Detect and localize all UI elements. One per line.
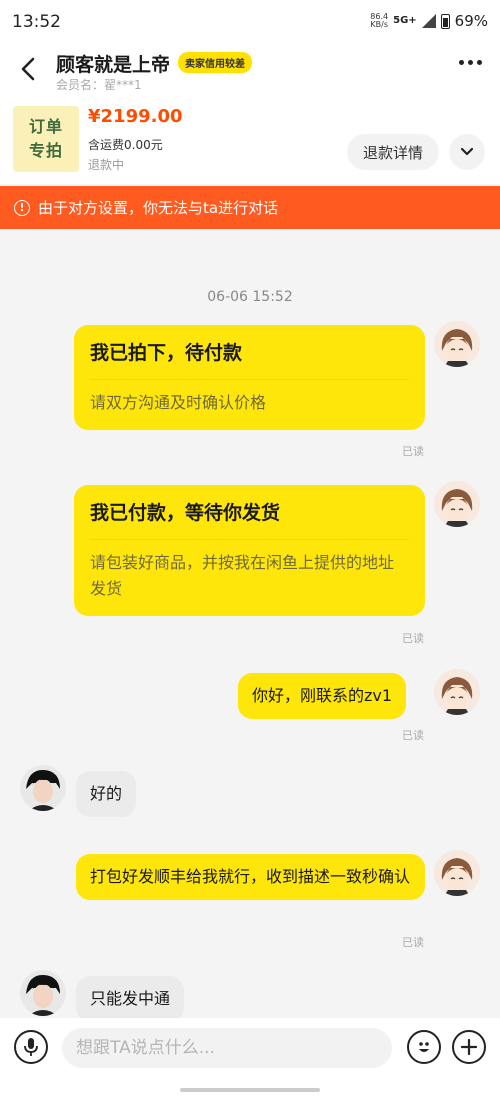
refund-details-button[interactable]: 退款详情: [347, 134, 439, 170]
chat-timestamp: 06-06 15:52: [207, 289, 293, 305]
message-bubble-other[interactable]: 只能发中通: [76, 976, 185, 1022]
notice-text: 由于对方设置，你无法与ta进行对话: [38, 199, 279, 217]
expand-button[interactable]: [449, 134, 485, 170]
home-indicator: [180, 1088, 320, 1092]
order-status: 退款中: [88, 158, 125, 172]
read-receipt: 已读: [402, 632, 424, 645]
emoji-icon: [419, 1042, 429, 1052]
avatar-other[interactable]: [20, 970, 66, 1016]
card-title: 我已拍下，待付款: [90, 342, 243, 364]
message-bubble-me[interactable]: 打包好发顺丰给我就行，收到描述一致秒确认: [76, 854, 425, 900]
card-body: 请包装好商品，并按我在闲鱼上提供的地址发货: [90, 553, 395, 598]
chevron-down-icon: [460, 147, 474, 156]
avatar-me[interactable]: [434, 669, 480, 715]
warning-icon: !: [14, 199, 30, 216]
more-icon[interactable]: [459, 60, 482, 65]
voice-button[interactable]: [14, 1030, 48, 1064]
order-card[interactable]: 订单 专拍 ¥2199.00 含运费0.00元 退款中 退款详情: [0, 96, 500, 184]
battery-icon: [440, 13, 450, 29]
avatar-me[interactable]: [434, 481, 480, 527]
credit-badge[interactable]: 卖家信用较差: [178, 52, 252, 73]
avatar-other[interactable]: [20, 765, 66, 811]
status-bar: 13:52 86.4 KB/s 5G+ 69%: [0, 0, 500, 46]
plus-icon: [460, 1038, 478, 1056]
microphone-icon: [24, 1038, 38, 1056]
network-type: 5G+: [393, 15, 417, 26]
order-shipping: 含运费0.00元: [88, 138, 163, 152]
card-body: 请双方沟通及时确认价格: [90, 393, 267, 412]
net-speed: 86.4 KB/s: [370, 12, 389, 29]
chat-header: 顾客就是上帝 卖家信用较差 会员名：翟***1: [0, 46, 500, 96]
anime-avatar-icon: [434, 850, 480, 896]
status-time: 13:52: [12, 12, 61, 32]
signal-icon: [421, 14, 436, 28]
read-receipt: 已读: [402, 729, 424, 742]
card-divider: [90, 379, 409, 380]
message-input[interactable]: [62, 1028, 392, 1068]
emoji-button[interactable]: [407, 1030, 441, 1064]
status-card-message[interactable]: 我已拍下，待付款 请双方沟通及时确认价格: [74, 325, 425, 430]
plus-button[interactable]: [452, 1030, 486, 1064]
read-receipt: 已读: [402, 936, 424, 949]
back-arrow-icon[interactable]: [16, 56, 42, 82]
input-bar: [0, 1018, 500, 1097]
order-thumbnail: 订单 专拍: [13, 106, 79, 172]
avatar-me[interactable]: [434, 850, 480, 896]
anime-avatar-icon: [434, 321, 480, 367]
read-receipt: 已读: [402, 445, 424, 458]
anime-avatar-icon: [434, 669, 480, 715]
message-bubble-me[interactable]: 你好，刚联系的zv1: [238, 673, 407, 719]
status-card-message[interactable]: 我已付款，等待你发货 请包装好商品，并按我在闲鱼上提供的地址发货: [74, 485, 425, 616]
page-title: 顾客就是上帝: [56, 54, 171, 76]
card-divider: [90, 539, 409, 540]
order-price: ¥2199.00: [88, 106, 183, 127]
message-bubble-other[interactable]: 好的: [76, 771, 137, 817]
card-title: 我已付款，等待你发货: [90, 502, 281, 524]
person-avatar-icon: [20, 970, 66, 1016]
person-avatar-icon: [20, 765, 66, 811]
notice-bar: ! 由于对方设置，你无法与ta进行对话: [0, 186, 500, 229]
status-indicators: 86.4 KB/s 5G+ 69%: [370, 12, 488, 30]
anime-avatar-icon: [434, 481, 480, 527]
member-name: 会员名：翟***1: [56, 78, 142, 92]
battery-level: 69%: [454, 12, 488, 30]
avatar-me[interactable]: [434, 321, 480, 367]
